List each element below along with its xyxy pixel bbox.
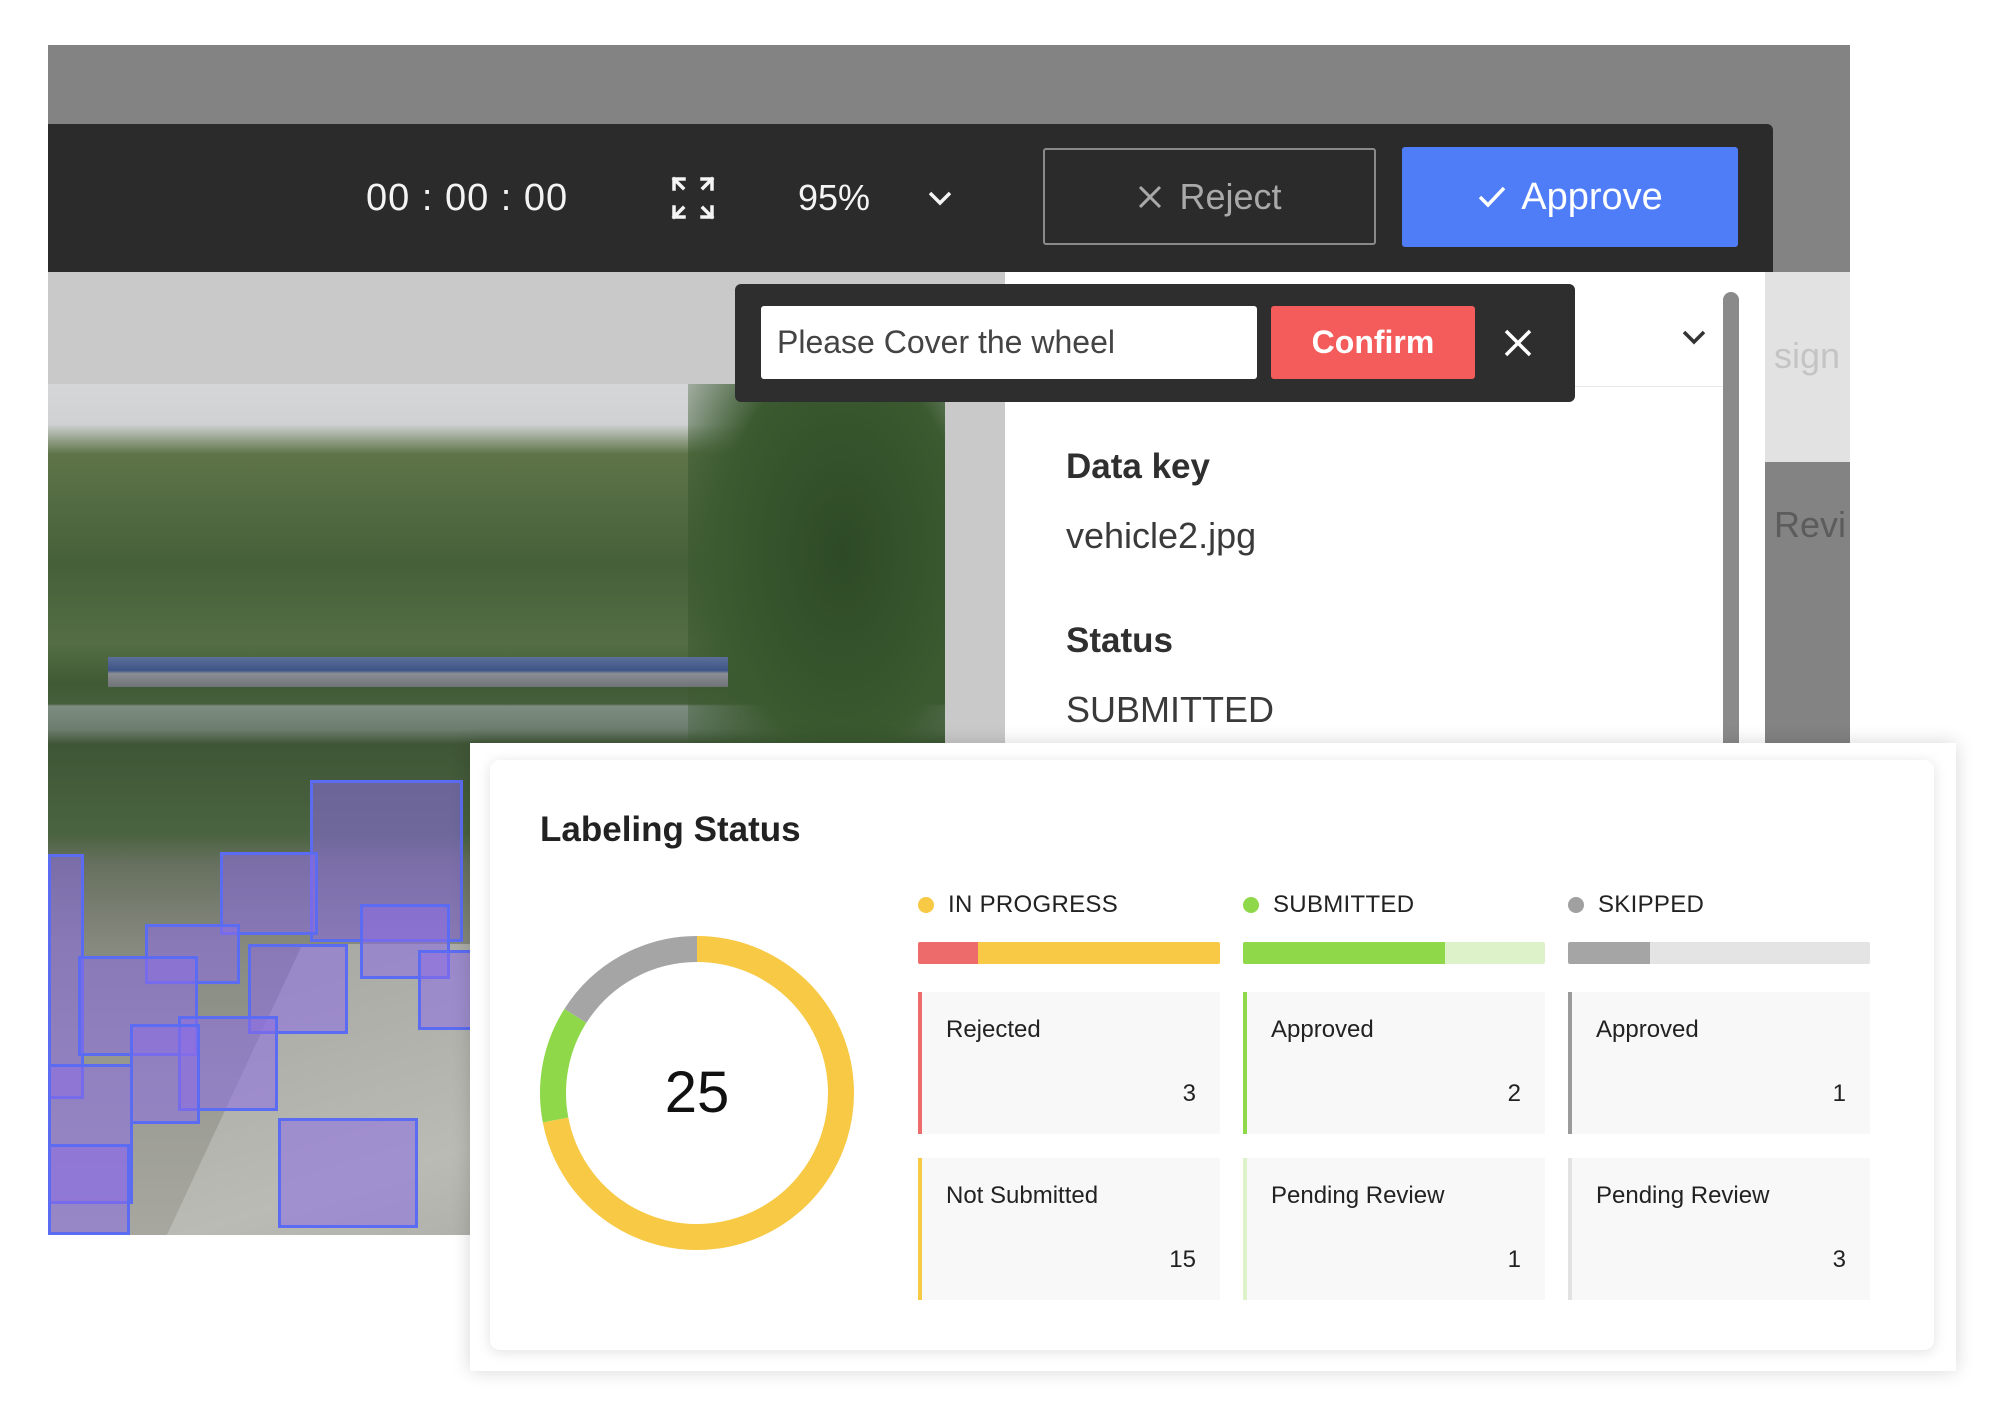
column-header: SKIPPED bbox=[1568, 890, 1704, 920]
status-dot bbox=[1243, 897, 1259, 913]
tab-assign[interactable]: sign bbox=[1774, 335, 1840, 377]
bounding-box[interactable] bbox=[48, 1144, 130, 1235]
progress-bar bbox=[918, 942, 1220, 964]
bounding-box[interactable] bbox=[278, 1118, 418, 1228]
bar-segment bbox=[1649, 942, 1870, 964]
status-label: Status bbox=[1066, 621, 1173, 660]
stat-card-pending-review[interactable]: Pending Review 1 bbox=[1243, 1158, 1545, 1300]
labeling-status-card: Labeling Status 25 IN PROGRESS Rejected … bbox=[490, 760, 1934, 1350]
column-title: IN PROGRESS bbox=[948, 891, 1118, 918]
stat-label: Not Submitted bbox=[946, 1182, 1099, 1209]
stat-label: Pending Review bbox=[1596, 1182, 1770, 1209]
stat-card-pending-review[interactable]: Pending Review 3 bbox=[1568, 1158, 1870, 1300]
card-title: Labeling Status bbox=[540, 810, 801, 849]
bar-segment bbox=[1445, 942, 1545, 964]
stat-card-not-submitted[interactable]: Not Submitted 15 bbox=[918, 1158, 1220, 1300]
stat-value: 1 bbox=[1832, 1080, 1846, 1107]
status-value: SUBMITTED bbox=[1066, 689, 1275, 730]
stat-value: 3 bbox=[1182, 1080, 1196, 1107]
stat-value: 3 bbox=[1832, 1246, 1846, 1273]
chevron-down-icon[interactable] bbox=[1679, 322, 1709, 352]
check-icon bbox=[1478, 186, 1506, 208]
total-count: 25 bbox=[664, 1060, 730, 1125]
status-dot bbox=[918, 897, 934, 913]
stat-label: Approved bbox=[1596, 1016, 1699, 1043]
bar-segment bbox=[918, 942, 979, 964]
timer: 00 : 00 : 00 bbox=[366, 177, 569, 219]
progress-bar bbox=[1568, 942, 1870, 964]
data-key-label: Data key bbox=[1066, 447, 1210, 486]
stat-label: Approved bbox=[1271, 1016, 1374, 1043]
column-header: IN PROGRESS bbox=[918, 890, 1118, 920]
column-title: SUBMITTED bbox=[1273, 891, 1415, 918]
reject-comment-popup: Confirm bbox=[735, 284, 1575, 402]
reject-comment-input[interactable] bbox=[761, 306, 1257, 379]
column-header: SUBMITTED bbox=[1243, 890, 1414, 920]
bar-segment bbox=[978, 942, 1220, 964]
stat-label: Rejected bbox=[946, 1016, 1041, 1043]
bounding-box[interactable] bbox=[418, 950, 478, 1030]
bounding-box[interactable] bbox=[130, 1024, 200, 1124]
progress-bar bbox=[1243, 942, 1545, 964]
reject-label: Reject bbox=[1179, 175, 1282, 217]
close-icon[interactable] bbox=[1501, 326, 1535, 360]
stat-value: 15 bbox=[1169, 1246, 1196, 1273]
stat-card-approved[interactable]: Approved 2 bbox=[1243, 992, 1545, 1134]
chevron-down-icon[interactable] bbox=[924, 182, 956, 214]
stat-value: 1 bbox=[1507, 1246, 1521, 1273]
review-toolbar: 00 : 00 : 00 95% Reject Approve bbox=[48, 124, 1773, 272]
stat-value: 2 bbox=[1507, 1080, 1521, 1107]
column-title: SKIPPED bbox=[1598, 891, 1705, 918]
close-icon bbox=[1139, 185, 1162, 208]
status-dot bbox=[1568, 897, 1584, 913]
data-key-value: vehicle2.jpg bbox=[1066, 515, 1257, 556]
reject-button[interactable]: Reject bbox=[1043, 148, 1376, 245]
confirm-button[interactable]: Confirm bbox=[1271, 306, 1475, 379]
fullscreen-icon[interactable] bbox=[671, 176, 715, 220]
bar-segment bbox=[1243, 942, 1446, 964]
stat-card-rejected[interactable]: Rejected 3 bbox=[918, 992, 1220, 1134]
stat-label: Pending Review bbox=[1271, 1182, 1445, 1209]
approve-label: Approve bbox=[1521, 175, 1663, 218]
bounding-box[interactable] bbox=[220, 852, 318, 935]
bar-segment bbox=[1568, 942, 1650, 964]
approve-button[interactable]: Approve bbox=[1402, 147, 1738, 247]
stat-card-approved[interactable]: Approved 1 bbox=[1568, 992, 1870, 1134]
tab-review[interactable]: Revi bbox=[1774, 504, 1846, 546]
zoom-level: 95% bbox=[798, 177, 871, 218]
